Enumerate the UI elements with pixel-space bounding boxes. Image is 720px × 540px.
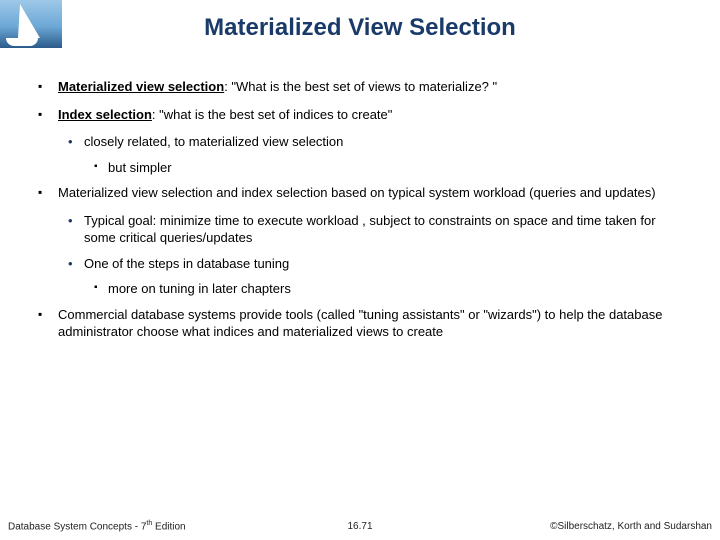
bullet-strong: Index selection <box>58 107 152 122</box>
bullet-text: : "What is the best set of views to mate… <box>224 79 497 94</box>
bullet-item: Materialized view selection and index se… <box>34 184 686 202</box>
bullet-item: Index selection: "what is the best set o… <box>34 106 686 124</box>
bullet-item: One of the steps in database tuning <box>34 255 686 273</box>
bullet-item: Materialized view selection: "What is th… <box>34 78 686 96</box>
slide-content: Materialized view selection: "What is th… <box>34 78 686 351</box>
bullet-item: but simpler <box>34 159 686 177</box>
bullet-strong: Materialized view selection <box>58 79 224 94</box>
bullet-item: Commercial database systems provide tool… <box>34 306 686 341</box>
bullet-text: : "what is the best set of indices to cr… <box>152 107 392 122</box>
bullet-item: more on tuning in later chapters <box>34 280 686 298</box>
bullet-item: Typical goal: minimize time to execute w… <box>34 212 686 247</box>
footer-right: ©Silberschatz, Korth and Sudarshan <box>550 521 712 532</box>
bullet-item: closely related, to materialized view se… <box>34 133 686 151</box>
slide-title: Materialized View Selection <box>0 14 720 42</box>
